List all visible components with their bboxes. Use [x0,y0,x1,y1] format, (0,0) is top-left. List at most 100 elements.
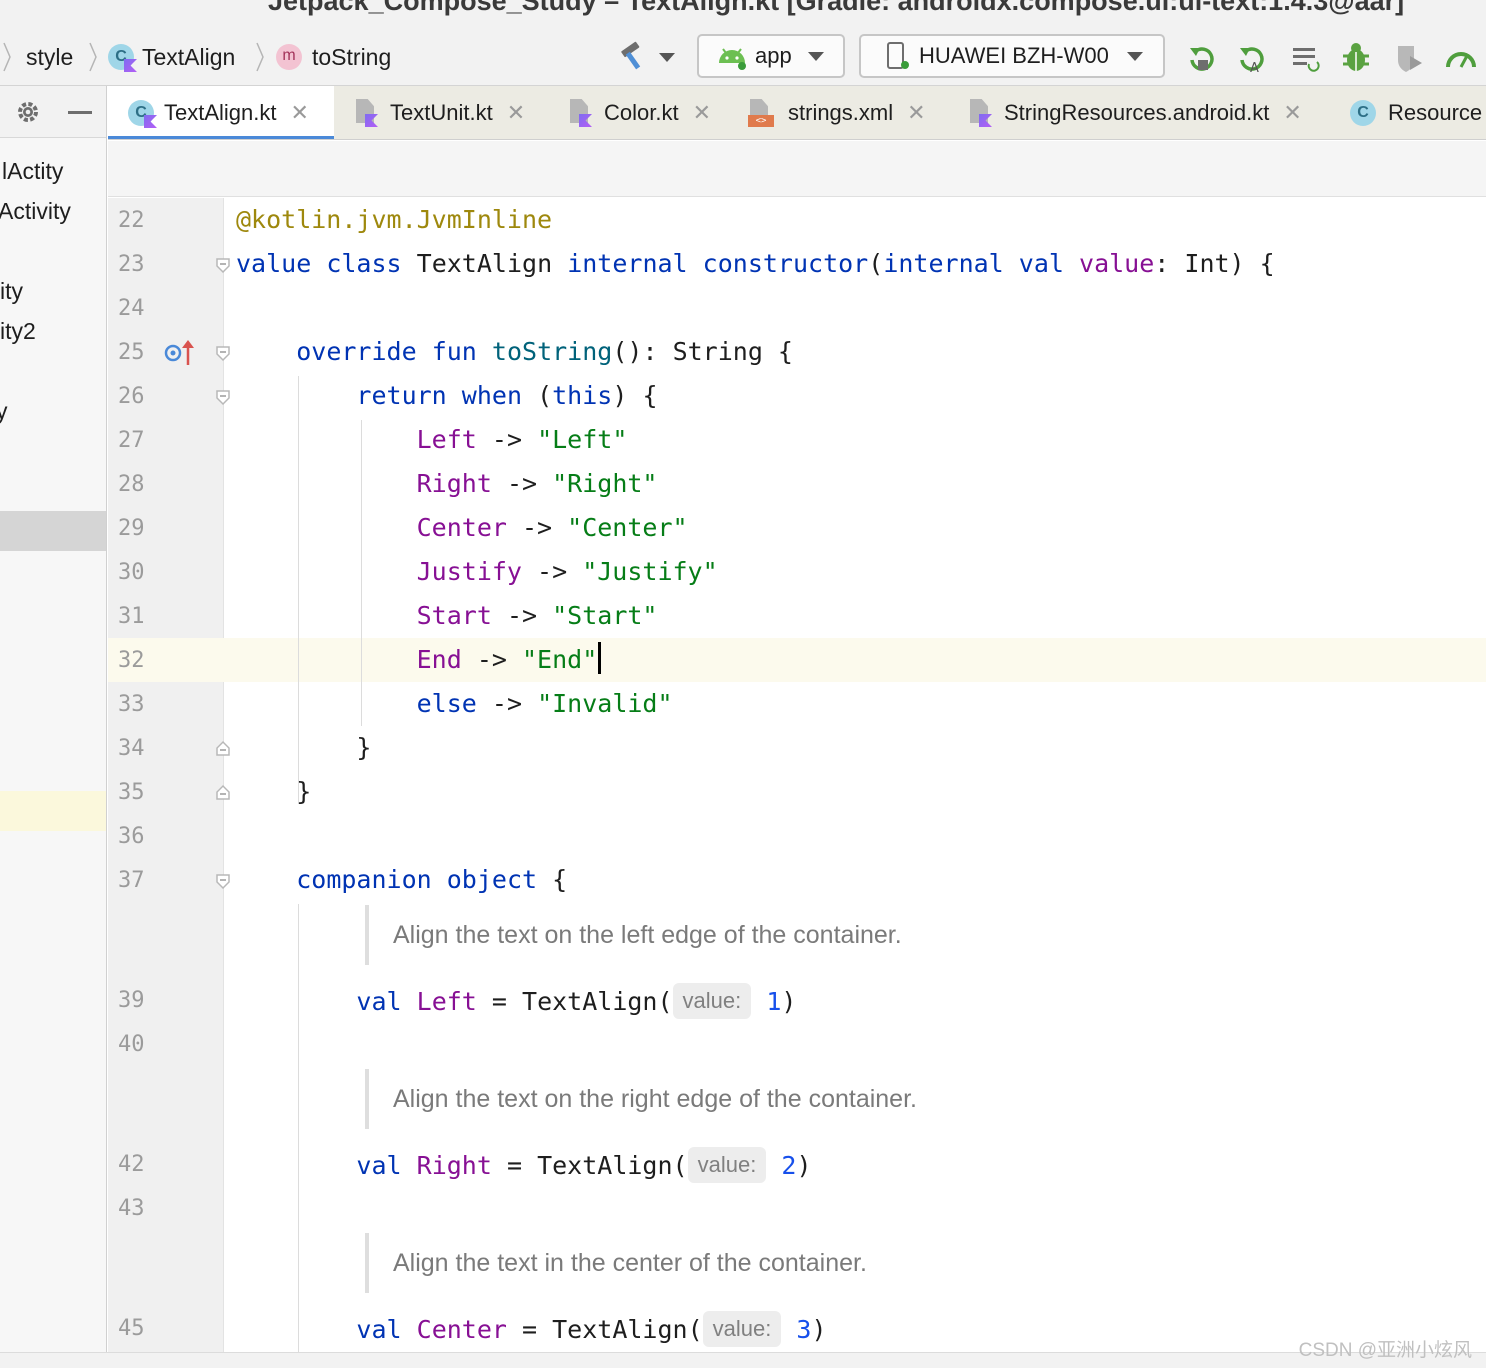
device-label: HUAWEI BZH-W00 [919,43,1109,68]
close-icon[interactable]: ✕ [907,100,925,126]
tab-textunit-kt[interactable]: TextUnit.kt ✕ [334,86,548,139]
line-number: 32 [118,648,145,673]
fold-icon[interactable] [214,256,232,274]
navigation-bar: style C TextAlign m toString app HUAWEI … [0,28,1486,86]
class-icon: C [1350,100,1376,126]
editor-gutter [108,198,224,1352]
close-icon[interactable]: ✕ [291,100,309,126]
tree-item[interactable]: ity2 [0,318,36,345]
line-number: 33 [118,692,145,717]
tree-item[interactable]: ity [0,278,23,305]
code-line-37: companion object { [296,865,568,894]
line-number: 37 [118,868,145,893]
code-line-27: Left -> "Left" [416,425,628,454]
watermark: CSDN @亚洲小炫风 [1298,1340,1472,1361]
chevron-down-icon [659,52,675,62]
apply-code-changes-button[interactable]: A [1234,40,1270,76]
build-button[interactable] [612,40,680,74]
code-line-33: else -> "Invalid" [416,689,673,718]
kotlin-class-icon: C [128,100,157,128]
device-dropdown[interactable]: HUAWEI BZH-W00 [859,34,1165,78]
fold-icon[interactable] [214,388,232,406]
code-line-29: Center -> "Center" [416,513,688,542]
run-with-coverage-button[interactable] [1390,40,1426,76]
kotlin-file-icon [568,99,592,127]
breadcrumb-method[interactable]: m toString [276,28,391,86]
overrides-method-icon[interactable] [164,339,196,367]
chevron-right-icon [89,42,97,72]
breadcrumb-label: toString [312,43,392,70]
breadcrumb-label: style [26,43,74,70]
breadcrumb-label: TextAlign [142,43,236,70]
text-cursor [598,642,602,674]
close-icon[interactable]: ✕ [507,100,525,126]
chevron-right-icon [256,42,264,72]
close-icon[interactable]: ✕ [1283,100,1301,126]
code-line-42: val Right = TextAlign(value: 2) [236,1147,812,1185]
tab-textalign-kt[interactable]: C TextAlign.kt ✕ [108,86,334,139]
kotlin-file-icon [968,99,992,127]
highlighted-tree-row[interactable] [0,791,106,831]
apply-code-changes-icon: A [1240,47,1264,74]
doc-comment: Align the text in the center of the cont… [365,1233,867,1293]
fold-end-icon[interactable] [214,784,232,802]
doc-comment: Align the text on the right edge of the … [365,1069,917,1129]
line-number: 26 [118,384,145,409]
code-line-26: return when (this) { [356,381,658,410]
tree-item[interactable]: lActity [2,158,63,185]
hammer-icon [621,41,641,70]
code-line-30: Justify -> "Justify" [416,557,718,586]
line-number: 35 [118,780,145,805]
apply-changes-icon [1190,47,1214,71]
tab-label: Color.kt [604,100,679,125]
xml-file-icon: <> [748,99,776,127]
fold-end-icon[interactable] [214,740,232,758]
tab-resource[interactable]: C Resource [1326,86,1486,139]
code-line-25: override fun toString(): String { [296,337,793,366]
line-number: 39 [118,988,145,1013]
project-panel-header [0,86,106,138]
class-icon: C [108,44,137,72]
line-number: 27 [118,428,145,453]
apply-changes-restart-button[interactable] [1184,40,1220,76]
breadcrumb-class[interactable]: C TextAlign [108,28,235,86]
indent-guide [298,904,299,1352]
selected-tree-row[interactable] [0,511,106,551]
line-number: 23 [118,252,145,277]
code-line-45: val Center = TextAlign(value: 3) [236,1311,827,1349]
debug-button[interactable] [1338,38,1374,76]
breadcrumb-package[interactable]: style [26,28,73,86]
tab-stringresources-android-kt[interactable]: StringResources.android.kt ✕ [948,86,1326,139]
kotlin-file-icon [354,99,378,127]
code-line-23: value class TextAlign internal construct… [236,249,1275,278]
line-number: 42 [118,1152,145,1177]
status-bar [0,1352,1486,1368]
android-icon [719,48,746,70]
profile-button[interactable] [1442,40,1480,76]
profiler-gauge-icon [1446,52,1476,68]
line-number: 25 [118,340,145,365]
tab-label: TextAlign.kt [164,100,277,125]
run-config-dropdown[interactable]: app [697,34,845,78]
tab-strings-xml[interactable]: <> strings.xml ✕ [732,86,948,139]
gear-icon[interactable] [15,99,41,125]
close-icon[interactable]: ✕ [693,100,711,126]
shield-coverage-icon [1398,46,1422,72]
line-number: 43 [118,1196,145,1221]
fold-icon[interactable] [214,872,232,890]
method-icon: m [276,44,302,70]
fold-icon[interactable] [214,344,232,362]
line-number: 40 [118,1032,145,1057]
tab-color-kt[interactable]: Color.kt ✕ [548,86,732,139]
line-number: 30 [118,560,145,585]
tab-label: StringResources.android.kt [1004,100,1270,125]
parameter-hint: value: [702,1311,782,1347]
bug-icon [1343,43,1369,71]
parameter-hint: value: [687,1147,767,1183]
chevron-down-icon [1126,51,1143,61]
minimize-icon[interactable] [68,111,92,114]
tree-item[interactable]: y [0,398,8,425]
run-tests-button[interactable] [1287,40,1323,76]
title-bar: Jetpack_Compose_Study – TextAlign.kt [Gr… [0,0,1486,28]
tree-item[interactable]: Activity [0,198,71,225]
